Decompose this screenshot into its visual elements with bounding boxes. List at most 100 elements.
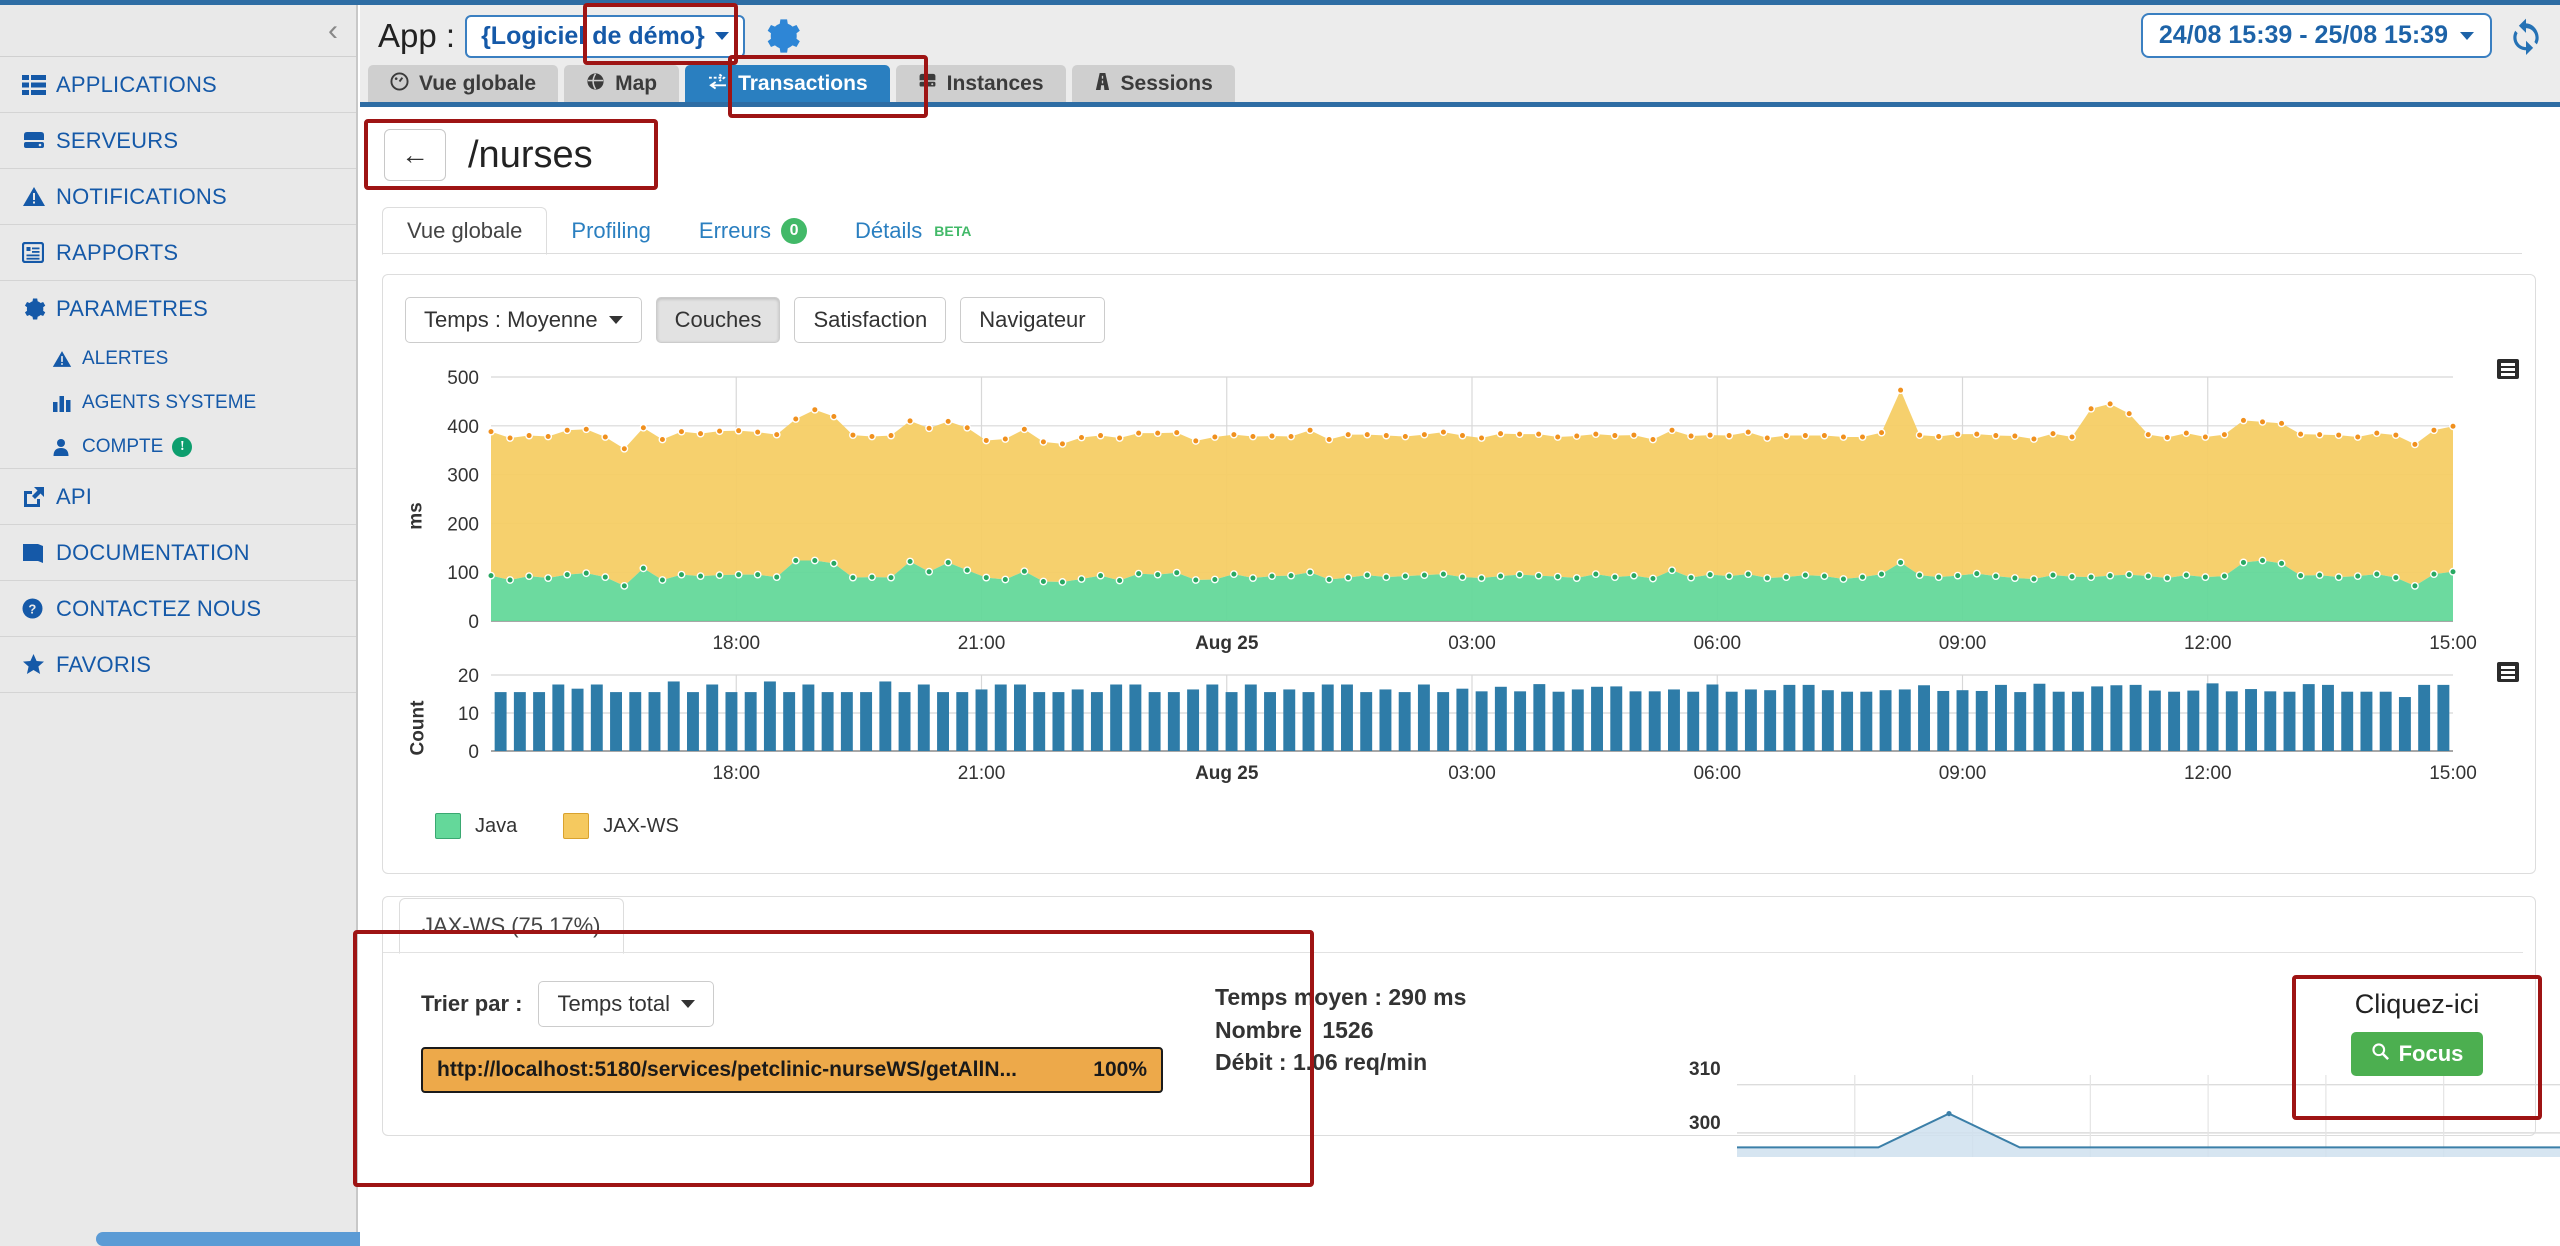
sidebar-subitem-label: ALERTES [82, 348, 168, 370]
sidebar-item-label: SERVEURS [56, 128, 178, 154]
question-circle-icon: ? [22, 598, 56, 619]
chart-controls: Temps : Moyenne Couches Satisfaction Nav… [383, 275, 2535, 343]
sidebar-item-serveurs[interactable]: SERVEURS [0, 113, 356, 169]
layer-tab-rule [383, 952, 2523, 953]
svg-text:Aug 25: Aug 25 [1195, 633, 1259, 654]
sort-label: Trier par : [421, 991, 522, 1017]
control-label: Temps : Moyenne [424, 307, 598, 333]
svg-text:100: 100 [447, 563, 479, 584]
svg-text:0: 0 [468, 742, 479, 763]
sidebar-item-label: CONTACTEZ NOUS [56, 596, 261, 622]
date-range-picker[interactable]: 24/08 15:39 - 25/08 15:39 [2141, 13, 2492, 58]
globe-icon [586, 72, 605, 97]
svg-text:300: 300 [447, 466, 479, 487]
svg-text:400: 400 [447, 417, 479, 438]
app-selector-value: {Logiciel de démo} [481, 22, 705, 51]
sort-column: Trier par : Temps total http://localhost… [383, 981, 1163, 1093]
chevron-down-icon [609, 316, 623, 324]
svg-text:10: 10 [458, 704, 479, 725]
temps-moyenne-dropdown[interactable]: Temps : Moyenne [405, 297, 642, 343]
sidebar-item-alertes[interactable]: ALERTES [0, 337, 356, 381]
navigateur-button[interactable]: Navigateur [960, 297, 1104, 343]
tab-label: Vue globale [419, 72, 536, 96]
subtab-vue-globale[interactable]: Vue globale [382, 207, 547, 255]
layer-tab-jaxws[interactable]: JAX-WS (75.17%) [399, 898, 624, 954]
sidebar-subitem-label: COMPTE [82, 436, 163, 458]
sidebar-item-api[interactable]: API [0, 469, 356, 525]
subtab-label: Vue globale [407, 218, 522, 244]
page-title: /nurses [468, 134, 593, 177]
app-selector-dropdown[interactable]: {Logiciel de démo} [465, 15, 745, 58]
subtab-details[interactable]: Détails BETA [831, 208, 995, 254]
settings-gear-button[interactable] [763, 17, 801, 55]
legend-item-jaxws[interactable]: JAX-WS [563, 813, 679, 839]
svg-text:18:00: 18:00 [712, 763, 760, 784]
svg-text:200: 200 [447, 514, 479, 535]
svg-text:20: 20 [458, 666, 479, 687]
subtab-label: Détails [855, 218, 922, 244]
tab-instances[interactable]: Instances [896, 65, 1066, 103]
chart-menu-icon[interactable] [2497, 359, 2519, 379]
tab-vue-globale[interactable]: Vue globale [368, 65, 558, 103]
grid-list-icon [22, 75, 56, 95]
sidebar-subitem-label: AGENTS SYSTEME [82, 392, 256, 414]
svg-text:12:00: 12:00 [2184, 633, 2232, 654]
focus-button[interactable]: Focus [2351, 1032, 2484, 1076]
control-label: Couches [675, 307, 762, 333]
sidebar-item-applications[interactable]: APPLICATIONS [0, 57, 356, 113]
sidebar-item-rapports[interactable]: RAPPORTS [0, 225, 356, 281]
stat-temps-moyen: Temps moyen : 290 ms [1215, 981, 1466, 1014]
subtab-erreurs[interactable]: Erreurs 0 [675, 208, 831, 254]
refresh-icon[interactable] [2506, 17, 2546, 55]
back-button[interactable]: ← [384, 129, 446, 181]
layer-detail-panel: JAX-WS (75.17%) Trier par : Temps total … [382, 896, 2536, 1136]
status-badge: ! [172, 437, 192, 457]
couches-button[interactable]: Couches [656, 297, 781, 343]
count-bar-chart-svg[interactable]: 0102018:0021:00Aug 2503:0006:0009:0012:0… [383, 665, 2523, 795]
subtab-profiling[interactable]: Profiling [547, 208, 674, 254]
area-chart-ylabel: ms [406, 502, 428, 529]
sidebar-collapse-button[interactable]: ‹ [0, 5, 356, 57]
stats-column: Temps moyen : 290 ms Nombre : 1526 Débit… [1163, 981, 1466, 1093]
svg-text:15:00: 15:00 [2429, 633, 2477, 654]
tab-transactions[interactable]: Transactions [685, 65, 890, 103]
sidebar-item-favoris[interactable]: FAVORIS [0, 637, 356, 693]
tab-label: Transactions [738, 72, 868, 96]
report-icon [22, 242, 56, 263]
legend-item-java[interactable]: Java [435, 813, 517, 839]
arrow-left-icon: ← [401, 139, 429, 171]
warning-triangle-icon [22, 186, 56, 207]
chevron-down-icon [681, 1000, 695, 1008]
svg-text:500: 500 [447, 368, 479, 389]
satisfaction-button[interactable]: Satisfaction [794, 297, 946, 343]
chart-menu-icon[interactable] [2497, 662, 2519, 682]
bar-chart-ylabel: Count [407, 701, 429, 756]
sidebar-item-label: RAPPORTS [56, 240, 178, 266]
url-bar-row[interactable]: http://localhost:5180/services/petclinic… [421, 1047, 1163, 1093]
tab-map[interactable]: Map [564, 65, 679, 103]
sidebar-item-notifications[interactable]: NOTIFICATIONS [0, 169, 356, 225]
svg-text:06:00: 06:00 [1693, 633, 1741, 654]
user-icon [52, 438, 82, 456]
area-chart-svg[interactable]: 010020030040050018:0021:00Aug 2503:0006:… [383, 365, 2523, 665]
response-time-area-chart: ms 010020030040050018:0021:00Aug 2503:00… [383, 365, 2535, 665]
mini-chart-ytick: 300 [1689, 1113, 1721, 1135]
annotation-focus-button: Cliquez-ici Focus [2292, 975, 2542, 1120]
app-label: App : [378, 17, 455, 55]
subtab-label: Profiling [571, 218, 650, 244]
svg-text:03:00: 03:00 [1448, 763, 1496, 784]
sidebar-item-compte[interactable]: COMPTE ! [0, 425, 356, 469]
tab-label: Map [615, 72, 657, 96]
chevron-down-icon [2460, 32, 2474, 40]
sidebar-item-label: APPLICATIONS [56, 72, 217, 98]
date-range-group: 24/08 15:39 - 25/08 15:39 [2141, 13, 2546, 58]
legend-swatch [563, 813, 589, 839]
sort-dropdown[interactable]: Temps total [538, 981, 714, 1027]
tab-sessions[interactable]: Sessions [1072, 65, 1235, 103]
sidebar-item-agents-systeme[interactable]: AGENTS SYSTEME [0, 381, 356, 425]
subtab-rule [382, 253, 2522, 254]
sidebar-item-parametres[interactable]: PARAMETRES [0, 281, 356, 337]
sidebar-item-contactez-nous[interactable]: ? CONTACTEZ NOUS [0, 581, 356, 637]
sidebar-item-documentation[interactable]: DOCUMENTATION [0, 525, 356, 581]
svg-text:09:00: 09:00 [1939, 633, 1987, 654]
